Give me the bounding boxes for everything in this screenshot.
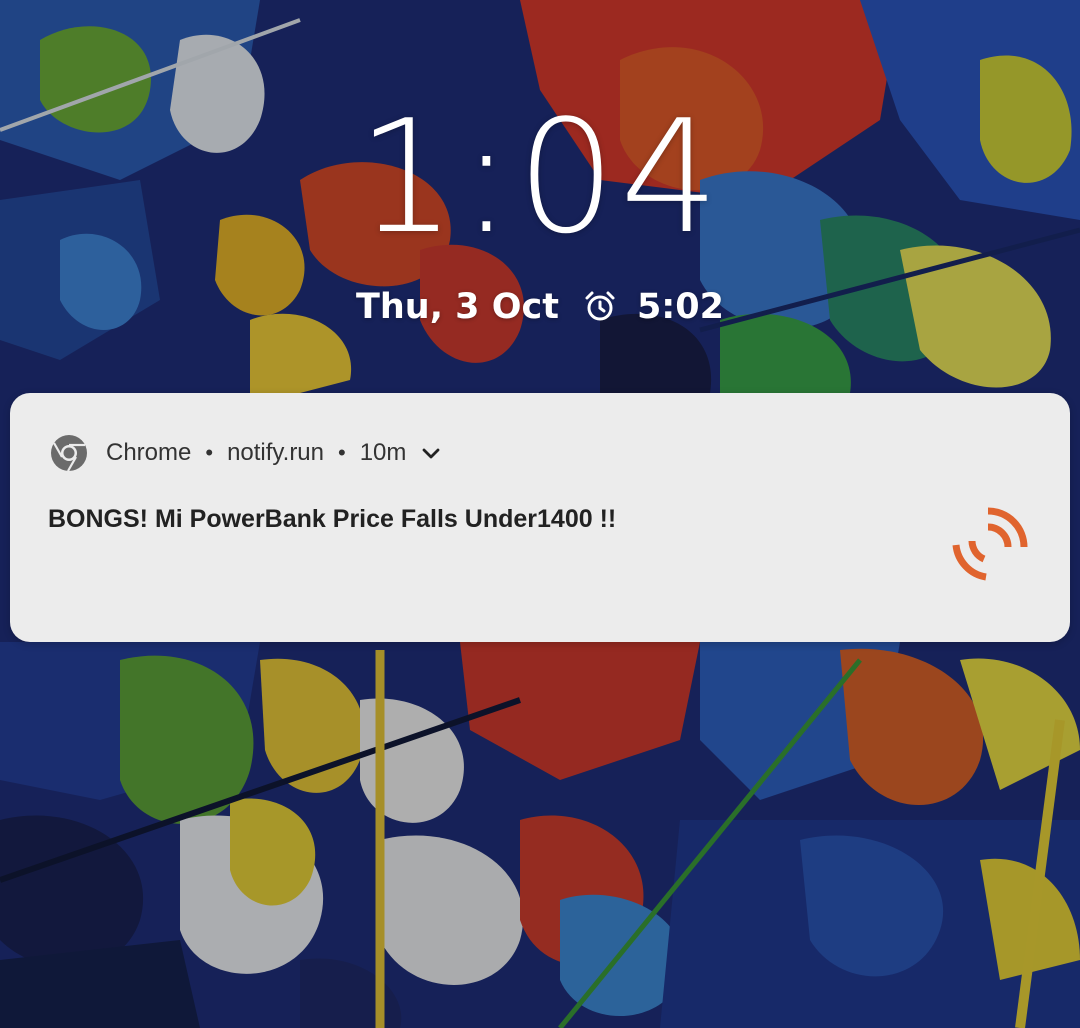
date-alarm-row: Thu, 3 Oct 5:02 xyxy=(0,282,1080,332)
notification-card[interactable]: Chrome • notify.run • 10m BONGS! Mi Powe… xyxy=(10,393,1070,642)
notify-run-broadcast-icon xyxy=(952,507,1028,581)
notification-app-name: Chrome xyxy=(106,439,192,466)
header-separator: • xyxy=(205,440,214,465)
lockscreen-date: Thu, 3 Oct xyxy=(355,287,559,327)
lockscreen-clock: 1:04 xyxy=(356,86,724,268)
notification-source: notify.run xyxy=(227,439,324,466)
notification-header[interactable]: Chrome • notify.run • 10m xyxy=(50,433,442,473)
notification-elapsed-time: 10m xyxy=(359,439,407,466)
alarm-clock-icon xyxy=(585,291,615,321)
alarm-time: 5:02 xyxy=(636,287,725,327)
chevron-down-icon[interactable] xyxy=(420,442,442,464)
notification-title: BONGS! Mi PowerBank Price Falls Under140… xyxy=(48,505,617,533)
chrome-icon xyxy=(51,435,87,472)
header-separator: • xyxy=(338,440,346,465)
